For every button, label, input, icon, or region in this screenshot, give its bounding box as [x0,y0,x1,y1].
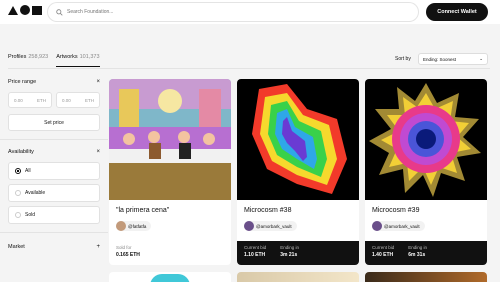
sort-label: Sort by [395,56,411,62]
market-title: Market [8,244,25,250]
logo-circle-icon [20,5,30,15]
avatar [372,221,382,231]
tab-count: 258,923 [28,54,49,60]
footer-label: Current bid [244,245,267,250]
foundation-logo[interactable] [8,5,42,15]
logo-triangle-icon [8,5,18,15]
max-price-field[interactable]: 0.00 ETH [56,92,100,108]
search-input[interactable] [67,9,367,15]
avatar [116,221,126,231]
footer-label: Ending in [280,245,300,250]
option-label: Sold [25,212,36,218]
max-price-unit: ETH [85,97,94,103]
card-footer: Sold for 0.165 ETH [109,241,231,265]
tabs-divider [8,68,490,69]
max-price-placeholder: 0.00 [62,97,71,103]
set-price-button[interactable]: Set price [8,114,100,131]
connect-wallet-button[interactable]: Connect Wallet [426,3,488,21]
filters-sidebar: Price range × 0.00 ETH 0.00 ETH Set pric… [0,76,108,253]
availability-option-sold[interactable]: Sold [8,206,100,224]
radio-selected-icon[interactable] [15,168,21,174]
artwork-card[interactable]: Microcosm #39 @amorbark_vault Current bi… [365,79,487,265]
market-header[interactable]: Market + [8,241,100,253]
artwork-card[interactable]: "la primera cena" @fatfatfa Sold for 0.1… [109,79,231,265]
availability-title: Availability [8,149,34,155]
artwork-title[interactable]: Microcosm #39 [372,207,419,214]
search-bar[interactable] [48,3,418,21]
tab-count: 101,373 [79,54,100,60]
creator-handle: @fatfatfa [128,223,147,229]
footer-value: 1.10 ETH [244,252,266,258]
creator-chip[interactable]: @amorbark_vault [372,221,425,231]
close-icon[interactable]: × [96,79,100,85]
option-label: All [25,168,31,174]
logo-square-icon [32,5,42,15]
footer-value: 6m 31s [408,252,426,258]
min-price-unit: ETH [37,97,46,103]
footer-label: Sold for [116,245,132,250]
divider [0,232,108,233]
radio-icon[interactable] [15,212,21,218]
min-price-placeholder: 0.00 [14,97,23,103]
artwork-card-peek[interactable] [365,272,487,282]
creator-chip[interactable]: @amorbark_vault [244,221,297,231]
footer-value: 3m 21s [280,252,298,258]
divider [0,139,108,140]
footer-value: 1.40 ETH [372,252,394,258]
availability-option-all[interactable]: All [8,162,100,180]
artwork-image [237,79,359,200]
sort-select[interactable]: Ending: Soonest ⌄ [418,53,488,65]
creator-chip[interactable]: @fatfatfa [116,221,152,231]
footer-label: Current bid [372,245,395,250]
card-footer: Current bid 1.10 ETH Ending in 3m 21s [237,241,359,265]
creator-handle: @amorbark_vault [384,223,420,229]
search-icon [56,8,63,16]
artwork-image [365,79,487,200]
close-icon[interactable]: × [96,149,100,155]
artwork-card[interactable]: Microcosm #38 @amorbark_vault Current bi… [237,79,359,265]
availability-header[interactable]: Availability × [8,146,100,158]
artwork-image [150,274,190,282]
radio-icon[interactable] [15,190,21,196]
avatar [244,221,254,231]
chevron-down-icon: ⌄ [479,56,483,61]
tab-profiles[interactable]: Profiles 258,923 [8,54,48,67]
artwork-card-peek[interactable] [109,272,231,282]
creator-handle: @amorbark_vault [256,223,292,229]
artwork-title[interactable]: Microcosm #38 [244,207,291,214]
artwork-title[interactable]: "la primera cena" [116,207,169,214]
footer-label: Ending in [408,245,428,250]
footer-value: 0.165 ETH [116,252,140,258]
artwork-card-peek[interactable] [237,272,359,282]
price-range-header[interactable]: Price range × [8,76,100,88]
plus-icon[interactable]: + [96,244,100,250]
results-tabs: Profiles 258,923 Artworks 101,373 [8,54,100,67]
tab-artworks[interactable]: Artworks 101,373 [56,54,100,67]
tab-label: Profiles [8,54,27,60]
min-price-field[interactable]: 0.00 ETH [8,92,52,108]
card-footer: Current bid 1.40 ETH Ending in 6m 31s [365,241,487,265]
top-nav: Connect Wallet [0,0,500,24]
price-range-title: Price range [8,79,37,85]
availability-option-available[interactable]: Available [8,184,100,202]
sort-value: Ending: Soonest [423,56,457,62]
artwork-image [109,79,231,200]
option-label: Available [25,190,46,196]
tab-label: Artworks [56,54,78,60]
